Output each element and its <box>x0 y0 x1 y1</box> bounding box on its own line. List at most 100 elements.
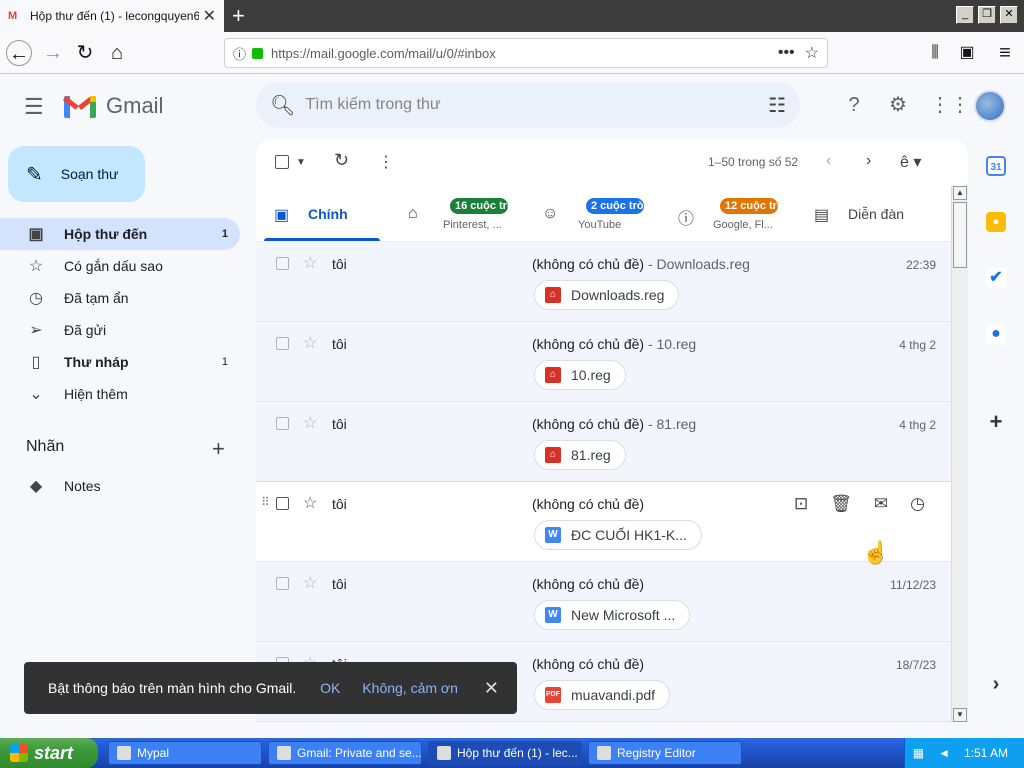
input-tools-icon[interactable]: ê ▾ <box>900 152 921 172</box>
select-all-checkbox[interactable] <box>275 155 289 169</box>
star-toggle-icon[interactable]: ☆ <box>303 333 317 353</box>
tab-social[interactable]: ☺ 2 cuộc trò chuyện mới YouTube <box>536 188 666 242</box>
new-tab-icon[interactable]: + <box>232 3 245 29</box>
attachment-name: ĐC CUỐI HK1-K... <box>571 527 687 543</box>
settings-gear-icon[interactable]: ⚙ <box>886 93 910 117</box>
search-bar[interactable]: 🔍︎ ☷ <box>256 82 800 128</box>
archive-icon[interactable]: ⊡ <box>794 494 808 514</box>
email-row[interactable]: ☆ tôi (không có chủ đề) - 81.reg 4 thg 2… <box>256 402 952 482</box>
windows-logo-icon <box>10 744 28 762</box>
menu-icon[interactable]: ≡ <box>992 40 1018 66</box>
add-label-icon[interactable]: + <box>212 436 225 462</box>
sidebar-item-sent[interactable]: ➢ Đã gửi <box>0 314 240 346</box>
expand-panel-icon[interactable]: › <box>986 674 1006 694</box>
account-avatar[interactable] <box>974 90 1006 122</box>
tab-updates[interactable]: ⓘ 12 cuộc trò chuyện mới Google, Fl... <box>666 188 796 242</box>
taskbar-item-registry[interactable]: Registry Editor <box>588 741 742 765</box>
scroll-down-arrow-icon[interactable]: ▼ <box>953 708 967 722</box>
taskbar-item-inbox[interactable]: Hộp thư đến (1) - lec... <box>428 741 582 765</box>
email-row-hovered[interactable]: ⠿ ☆ tôi (không có chủ đề) ⊡ 🗑︎ ✉ ◷ W ĐC C… <box>256 482 952 562</box>
library-icon[interactable]: ⫼ <box>922 40 948 66</box>
url-text[interactable]: https://mail.google.com/mail/u/0/#inbox <box>271 46 768 61</box>
star-toggle-icon[interactable]: ☆ <box>303 253 317 273</box>
prev-page-icon[interactable]: ‹ <box>826 152 831 170</box>
mark-unread-icon[interactable]: ✉ <box>874 494 888 514</box>
scrollbar-thumb[interactable] <box>953 202 967 268</box>
calendar-icon[interactable]: 31 <box>986 156 1006 176</box>
sidebar-item-label: Notes <box>64 478 101 494</box>
page-actions-icon[interactable]: ••• <box>778 44 795 62</box>
sidebar-item-more[interactable]: ⌄ Hiện thêm <box>0 378 240 410</box>
search-options-icon[interactable]: ☷ <box>768 93 786 118</box>
back-icon[interactable]: ← <box>6 40 32 66</box>
gmail-logo[interactable]: Gmail <box>62 93 163 119</box>
add-addon-icon[interactable]: + <box>986 411 1006 433</box>
compose-button[interactable]: ✎ Soạn thư <box>8 146 145 202</box>
close-icon[interactable]: ✕ <box>484 678 499 699</box>
registry-file-icon: ⌂ <box>545 367 561 383</box>
bookmark-star-icon[interactable]: ☆ <box>805 43 819 63</box>
close-window-button[interactable]: ✕ <box>1000 6 1018 24</box>
lock-icon[interactable] <box>252 47 264 59</box>
snackbar-ok-button[interactable]: OK <box>320 680 340 696</box>
row-checkbox[interactable] <box>276 497 289 510</box>
tasks-icon[interactable]: ✔ <box>986 268 1006 288</box>
star-toggle-icon[interactable]: ☆ <box>303 413 317 433</box>
home-icon[interactable]: ⌂ <box>104 40 130 66</box>
snooze-clock-icon[interactable]: ◷ <box>910 494 925 514</box>
search-input[interactable] <box>305 96 769 114</box>
tab-forums[interactable]: ▤ Diễn đàn <box>806 188 946 242</box>
sidebar-label-notes[interactable]: ◆ Notes <box>0 470 240 502</box>
row-checkbox[interactable] <box>276 337 289 350</box>
attachment-chip[interactable]: ⌂ Downloads.reg <box>534 280 680 310</box>
mail-list-scrollbar[interactable]: ▲ ▼ <box>951 186 968 722</box>
restore-window-button[interactable]: ❐ <box>978 6 996 24</box>
forward-icon[interactable]: → <box>40 40 66 66</box>
select-dropdown-icon[interactable]: ▼ <box>296 157 306 168</box>
attachment-chip[interactable]: W New Microsoft ... <box>534 600 691 630</box>
attachment-chip[interactable]: ⌂ 10.reg <box>534 360 626 390</box>
more-options-icon[interactable]: ⋮ <box>378 152 394 172</box>
drag-handle-icon[interactable]: ⠿ <box>261 495 270 509</box>
info-icon[interactable]: ⓘ <box>233 44 246 63</box>
sidebar-item-inbox[interactable]: ▣ Hộp thư đến 1 <box>0 218 240 250</box>
close-tab-icon[interactable]: ✕ <box>203 6 216 26</box>
taskbar-item-mypal[interactable]: Mypal <box>108 741 262 765</box>
attachment-chip[interactable]: ⌂ 81.reg <box>534 440 626 470</box>
main-menu-icon[interactable]: ☰ <box>24 94 44 120</box>
sidebar-item-drafts[interactable]: ▯ Thư nháp 1 <box>0 346 240 378</box>
sidebar-toggle-icon[interactable]: ▣ <box>954 40 980 66</box>
minimize-window-button[interactable]: _ <box>956 6 974 24</box>
taskbar-item-gmail[interactable]: Gmail: Private and se... <box>268 741 422 765</box>
row-checkbox[interactable] <box>276 257 289 270</box>
sidebar-item-starred[interactable]: ☆ Có gắn dấu sao <box>0 250 240 282</box>
volume-icon[interactable]: ◄ <box>938 746 950 760</box>
scroll-up-arrow-icon[interactable]: ▲ <box>953 186 967 200</box>
row-checkbox[interactable] <box>276 417 289 430</box>
sidebar-item-snoozed[interactable]: ◷ Đã tạm ẩn <box>0 282 240 314</box>
keep-icon[interactable]: ● <box>986 212 1006 232</box>
browser-tab-active[interactable]: M Hộp thư đến (1) - lecongquyen666 ✕ <box>0 0 224 32</box>
address-bar[interactable]: ⓘ https://mail.google.com/mail/u/0/#inbo… <box>224 38 828 68</box>
keyboard-icon[interactable]: ▦ <box>913 746 924 760</box>
email-row[interactable]: ☆ tôi (không có chủ đề) - Downloads.reg … <box>256 242 952 322</box>
email-row[interactable]: ☆ tôi (không có chủ đề) 11/12/23 W New Mi… <box>256 562 952 642</box>
refresh-icon[interactable]: ↻ <box>334 150 349 171</box>
apps-grid-icon[interactable]: ⋮⋮ <box>930 93 970 117</box>
next-page-icon[interactable]: › <box>866 152 871 170</box>
attachment-chip[interactable]: W ĐC CUỐI HK1-K... <box>534 520 702 550</box>
search-icon[interactable]: 🔍︎ <box>270 93 295 118</box>
tab-primary[interactable]: ▣ Chính <box>256 188 386 242</box>
tab-promotions[interactable]: ⌂ 16 cuộc trò chuyện mới Pinterest, ... <box>396 188 536 242</box>
star-toggle-icon[interactable]: ☆ <box>303 493 317 513</box>
help-icon[interactable]: ? <box>842 93 866 117</box>
snackbar-no-button[interactable]: Không, cảm ơn <box>362 680 458 696</box>
attachment-chip[interactable]: PDF muavandi.pdf <box>534 680 671 710</box>
contacts-icon[interactable]: ● <box>986 324 1006 344</box>
email-row[interactable]: ☆ tôi (không có chủ đề) - 10.reg 4 thg 2… <box>256 322 952 402</box>
star-toggle-icon[interactable]: ☆ <box>303 573 317 593</box>
reload-icon[interactable]: ↻ <box>72 40 98 66</box>
delete-trash-icon[interactable]: 🗑︎ <box>830 494 852 514</box>
row-checkbox[interactable] <box>276 577 289 590</box>
start-button[interactable]: start <box>0 738 98 768</box>
